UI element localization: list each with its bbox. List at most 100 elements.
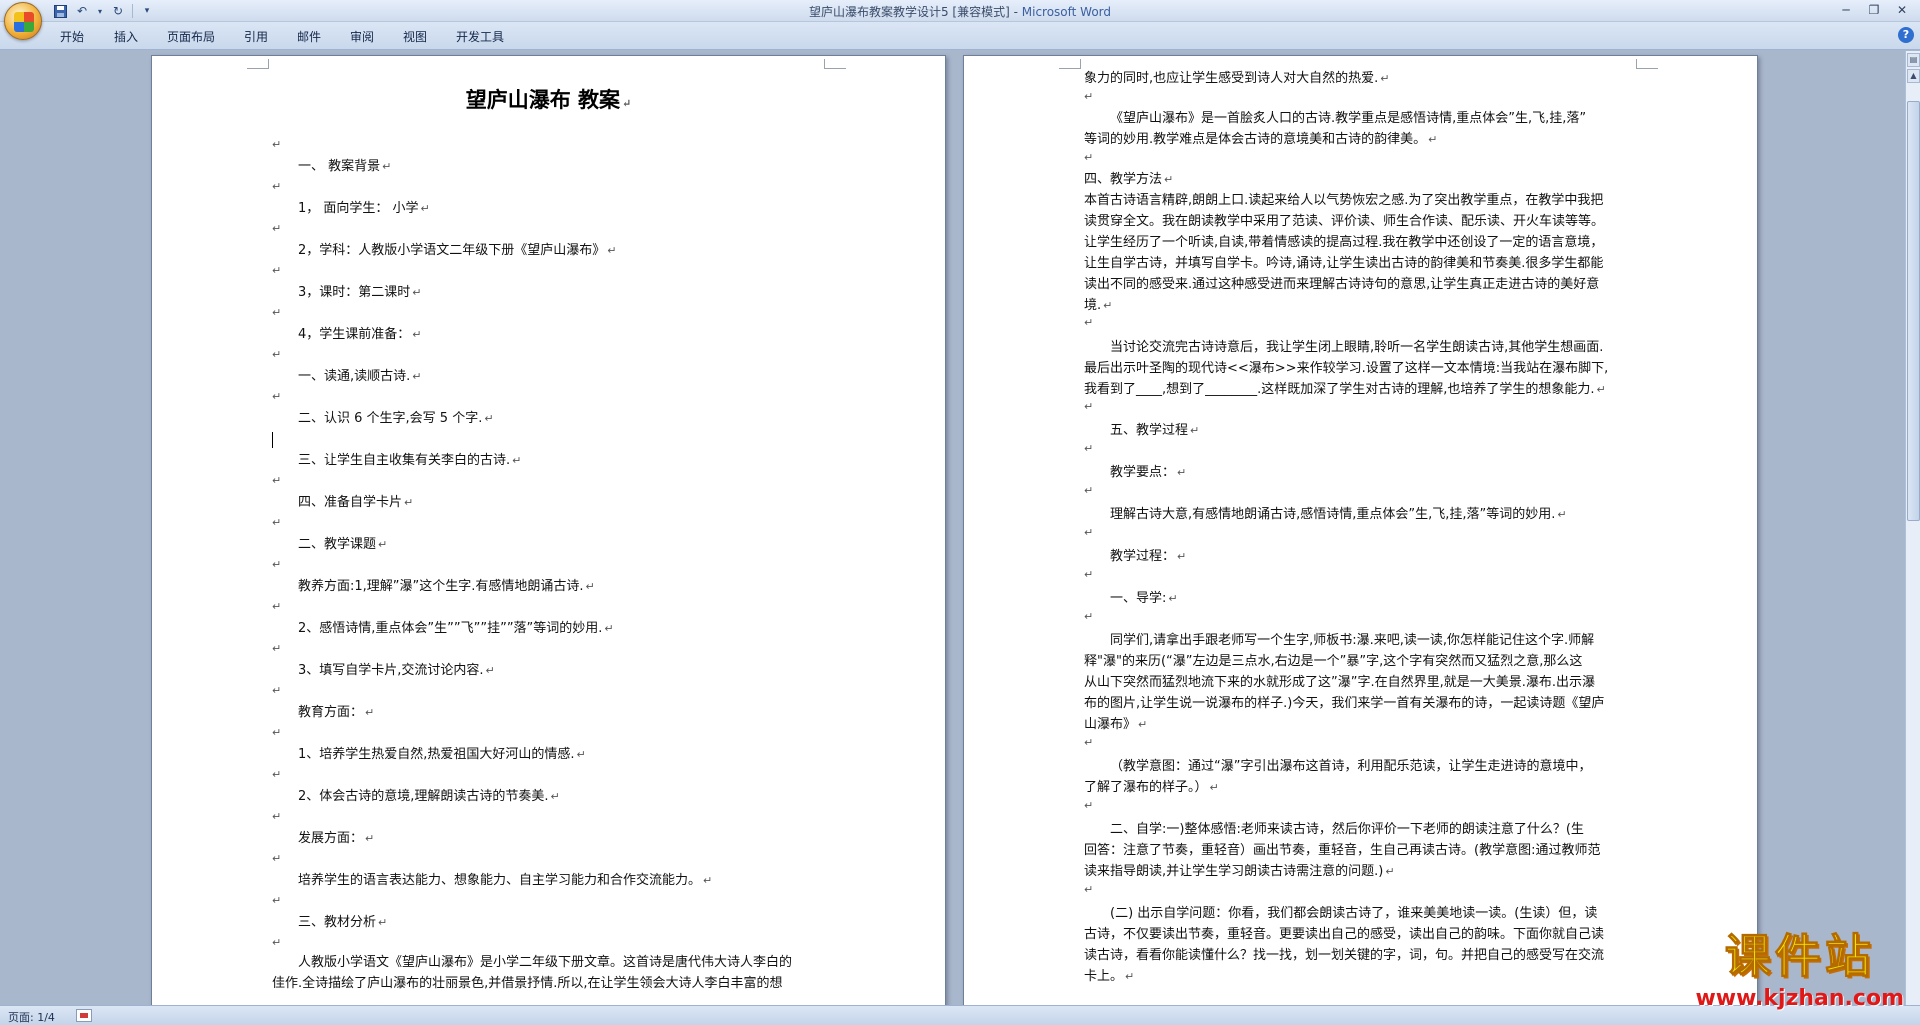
doc-line: 象力的同时,也应让学生感受到诗人对大自然的热爱. ↵ bbox=[1084, 71, 1390, 86]
site-watermark: 课件站 www.kjzhan.com bbox=[1695, 920, 1904, 1012]
paragraph-mark: ↵ bbox=[1084, 484, 1094, 497]
doc-line: 布的图片,让学生说一说瀑布的样子.)今天，我们来学一首有关瀑布的诗，一起读诗题《… bbox=[1084, 696, 1605, 711]
doc-line: 山瀑布》 ↵ bbox=[1084, 717, 1148, 732]
doc-line: 回答：注意了节奏，重轻音）画出节奏，重轻音，生自己再读古诗。(教学意图:通过教师… bbox=[1084, 843, 1601, 858]
paragraph-mark: ↵ bbox=[1084, 568, 1094, 581]
margin-corner bbox=[1636, 59, 1658, 69]
ruler-toggle-icon[interactable]: ▤ bbox=[1907, 53, 1920, 67]
close-icon[interactable]: ✕ bbox=[1888, 0, 1916, 20]
window-title: 望庐山瀑布教案教学设计5 [兼容模式] - Microsoft Word bbox=[0, 3, 1920, 20]
paragraph-mark: ↵ bbox=[1084, 400, 1094, 413]
paragraph-mark: ↵ bbox=[1084, 610, 1094, 623]
paragraph-mark: ↵ bbox=[1084, 526, 1094, 539]
tab-mailings[interactable]: 邮件 bbox=[297, 28, 321, 45]
doc-line: 三、教材分析 ↵ bbox=[298, 915, 388, 930]
paragraph-mark: ↵ bbox=[272, 894, 282, 907]
tab-home[interactable]: 开始 bbox=[60, 28, 84, 45]
paragraph-mark: ↵ bbox=[272, 138, 282, 151]
tab-references[interactable]: 引用 bbox=[244, 28, 268, 45]
doc-line: 二、自学:一)整体感悟:老师来读古诗，然后你评价一下老师的朗读注意了什么？(生 bbox=[1110, 822, 1584, 837]
paragraph-mark: ↵ bbox=[272, 306, 282, 319]
tab-review[interactable]: 审阅 bbox=[350, 28, 374, 45]
doc-line: 1， 面向学生： 小学 ↵ bbox=[298, 201, 430, 216]
doc-line: 三、让学生自主收集有关李白的古诗. ↵ bbox=[298, 453, 522, 468]
doc-line: 教学过程： ↵ bbox=[1110, 549, 1187, 564]
tab-developer[interactable]: 开发工具 bbox=[456, 28, 504, 45]
doc-line: 同学们,请拿出手跟老师写一个生字,师板书:瀑.来吧,读一读,你怎样能记住这个字.… bbox=[1110, 633, 1595, 648]
document-area[interactable]: 望庐山瀑布 教案 ↵ ↵ 一、 教案背景 ↵ ↵ 1， 面向学生： 小学 ↵ ↵ 2，… bbox=[0, 51, 1905, 1005]
office-button[interactable] bbox=[4, 2, 42, 40]
doc-line: 境. ↵ bbox=[1084, 298, 1113, 313]
scrollbar-thumb[interactable] bbox=[1907, 101, 1920, 521]
doc-line: （教学意图：通过“瀑”字引出瀑布这首诗，利用配乐范读，让学生走进诗的意境中， bbox=[1110, 759, 1592, 774]
doc-line: 四、教学方法 ↵ bbox=[1084, 172, 1174, 187]
doc-line: 4，学生课前准备： ↵ bbox=[298, 327, 422, 342]
paragraph-mark: ↵ bbox=[272, 852, 282, 865]
doc-line: 2，学科：人教版小学语文二年级下册《望庐山瀑布》 ↵ bbox=[298, 243, 617, 258]
doc-line: 教学要点： ↵ bbox=[1110, 465, 1187, 480]
doc-line: 从山下突然而猛烈地流下来的水就形成了这”瀑”字.在自然界里,就是一大美景.瀑布.… bbox=[1084, 675, 1595, 690]
doc-line: 发展方面： ↵ bbox=[298, 831, 375, 846]
doc-line: 卡上。 ↵ bbox=[1084, 969, 1135, 984]
doc-line: 读古诗，看看你能读懂什么？找一找，划一划关键的字，词，句。并把自己的感受写在交流 bbox=[1084, 948, 1605, 963]
doc-line: 二、教学课题 ↵ bbox=[298, 537, 388, 552]
paragraph-mark: ↵ bbox=[272, 348, 282, 361]
minimize-icon[interactable]: ─ bbox=[1832, 0, 1860, 20]
doc-line: 培养学生的语言表达能力、想象能力、自主学习能力和合作交流能力。 ↵ bbox=[298, 873, 713, 888]
paragraph-mark: ↵ bbox=[1084, 442, 1094, 455]
margin-corner bbox=[1059, 59, 1081, 69]
doc-line: 我看到了____,想到了________.这样既加深了学生对古诗的理解,也培养了… bbox=[1084, 382, 1606, 397]
doc-line: 一、 教案背景 ↵ bbox=[298, 159, 392, 174]
doc-line: 2、感悟诗情,重点体会”生””飞””挂””落”等词的妙用. ↵ bbox=[298, 621, 614, 636]
doc-line: 让学生经历了一个听读,自读,带着情感读的提高过程.我在教学中还创设了一定的语言意… bbox=[1084, 235, 1604, 250]
doc-line: (二) 出示自学问题：你看，我们都会朗读古诗了，谁来美美地读一读。(生读）但，读 bbox=[1110, 906, 1598, 921]
tab-page-layout[interactable]: 页面布局 bbox=[167, 28, 215, 45]
doc-line: 佳作.全诗描绘了庐山瀑布的壮丽景色,并借景抒情.所以,在让学生领会大诗人李白丰富… bbox=[272, 976, 783, 991]
scroll-up-icon[interactable]: ▲ bbox=[1907, 69, 1920, 83]
window-controls: ─ ❐ ✕ bbox=[1832, 0, 1916, 20]
doc-line: 教养方面:1,理解”瀑”这个生字.有感情地朗诵古诗. ↵ bbox=[298, 579, 595, 594]
margin-corner bbox=[824, 59, 846, 69]
ribbon-tabs: 开始 插入 页面布局 引用 邮件 审阅 视图 开发工具 bbox=[0, 22, 1920, 50]
help-icon[interactable]: ? bbox=[1898, 27, 1914, 43]
page-2[interactable]: 象力的同时,也应让学生感受到诗人对大自然的热爱. ↵ ↵ 《望庐山瀑布》是一首脍炙… bbox=[963, 55, 1758, 1005]
proofing-icon[interactable] bbox=[76, 1009, 92, 1022]
watermark-url: www.kjzhan.com bbox=[1695, 986, 1904, 1011]
paragraph-mark: ↵ bbox=[272, 684, 282, 697]
paragraph-mark: ↵ bbox=[272, 600, 282, 613]
vertical-scrollbar[interactable]: ▤ ▲ bbox=[1905, 51, 1920, 1005]
doc-line: 五、教学过程 ↵ bbox=[1110, 423, 1200, 438]
paragraph-mark: ↵ bbox=[272, 264, 282, 277]
doc-line: 1、培养学生热爱自然,热爱祖国大好河山的情感. ↵ bbox=[298, 747, 586, 762]
doc-line: 一、读通,读顺古诗. ↵ bbox=[298, 369, 422, 384]
paragraph-mark: ↵ bbox=[1084, 316, 1094, 329]
office-logo-icon bbox=[14, 12, 34, 32]
page-indicator[interactable]: 页面: 1/4 bbox=[8, 1009, 55, 1025]
doc-line: 3、填写自学卡片,交流讨论内容. ↵ bbox=[298, 663, 495, 678]
paragraph-mark: ↵ bbox=[1084, 90, 1094, 103]
paragraph-mark: ↵ bbox=[272, 936, 282, 949]
doc-line: 释"瀑"的来历(“瀑”左边是三点水,右边是一个”暴”字,这个字有突然而又猛烈之意… bbox=[1084, 654, 1583, 669]
restore-icon[interactable]: ❐ bbox=[1860, 0, 1888, 20]
tab-insert[interactable]: 插入 bbox=[114, 28, 138, 45]
page-1[interactable]: 望庐山瀑布 教案 ↵ ↵ 一、 教案背景 ↵ ↵ 1， 面向学生： 小学 ↵ ↵ 2，… bbox=[151, 55, 946, 1005]
paragraph-mark: ↵ bbox=[272, 474, 282, 487]
application-name: Microsoft Word bbox=[1021, 5, 1112, 19]
doc-line: 二、认识 6 个生字,会写 5 个字. ↵ bbox=[298, 411, 494, 426]
doc-line: 最后出示叶圣陶的现代诗<<瀑布>>来作较学习.设置了这样一文本情境:当我站在瀑布… bbox=[1084, 361, 1609, 376]
document-title: 望庐山瀑布 教案 ↵ bbox=[465, 87, 632, 112]
doc-line: 让生自学古诗，并填写自学卡。吟诗,诵诗,让学生读出古诗的韵律美和节奏美.很多学生… bbox=[1084, 256, 1604, 271]
title-separator: - bbox=[1009, 5, 1022, 19]
paragraph-mark: ↵ bbox=[272, 642, 282, 655]
paragraph-mark: ↵ bbox=[272, 810, 282, 823]
text-cursor bbox=[272, 432, 273, 448]
doc-line: 本首古诗语言精辟,朗朗上口.读起来给人以气势恢宏之感.为了突出教学重点，在教学中… bbox=[1084, 193, 1604, 208]
paragraph-mark: ↵ bbox=[272, 516, 282, 529]
paragraph-mark: ↵ bbox=[272, 768, 282, 781]
doc-line: 读贯穿全文。我在朗读教学中采用了范读、评价读、师生合作读、配乐读、开火车读等等。 bbox=[1084, 214, 1605, 229]
doc-line: 人教版小学语文《望庐山瀑布》是小学二年级下册文章。这首诗是唐代伟大诗人李白的 bbox=[298, 955, 793, 970]
tab-view[interactable]: 视图 bbox=[403, 28, 427, 45]
doc-line: 读出不同的感受来.通过这种感受进而来理解古诗诗句的意思,让学生真正走进古诗的美好… bbox=[1084, 277, 1600, 292]
doc-line: 读来指导朗读,并让学生学习朗读古诗需注意的问题.) ↵ bbox=[1084, 864, 1395, 879]
title-bar: ↶ ▾ ↻ ▾ 望庐山瀑布教案教学设计5 [兼容模式] - Microsoft … bbox=[0, 0, 1920, 22]
